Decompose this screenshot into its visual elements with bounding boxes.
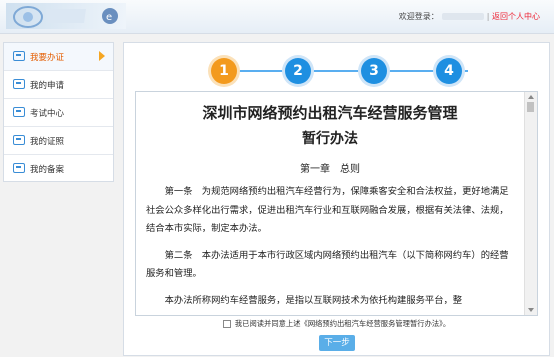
sidebar-item-label: 我要办证 (30, 53, 65, 63)
document-paragraph: 第二条 本办法适用于本市行政区域内网络预约出租汽车（以下简称网约车）的经营服务和… (146, 249, 509, 280)
sidebar-item-my-filings[interactable]: 我的备案 (4, 155, 113, 182)
sidebar-item-label: 我的证照 (30, 137, 65, 147)
sidebar-item-exam-center[interactable]: 考试中心 (4, 99, 113, 127)
step-3: 3 (361, 58, 387, 84)
sidebar-item-my-applications[interactable]: 我的申请 (4, 71, 113, 99)
sidebar-item-label: 我的申请 (30, 81, 65, 91)
agreement-label: 我已阅读并同意上述《网络预约出租汽车经营服务管理暂行办法》。 (234, 319, 451, 328)
sidebar-item-apply-license[interactable]: 我要办证 (4, 43, 113, 71)
id-card-icon (13, 135, 25, 145)
step-connector-line (238, 70, 468, 72)
username-masked (441, 13, 484, 20)
document-scrollbar[interactable] (524, 92, 537, 315)
sidebar-item-my-licenses[interactable]: 我的证照 (4, 127, 113, 155)
document-title: 深圳市网络预约出租汽车经营服务管理 (202, 104, 458, 122)
sidebar-item-label: 考试中心 (30, 109, 65, 119)
edit-doc-icon (13, 107, 25, 117)
welcome-label: 欢迎登录： (398, 12, 439, 21)
agreement-checkbox[interactable] (222, 320, 231, 328)
scroll-up-arrow-icon[interactable] (528, 95, 534, 99)
svg-text:e: e (106, 12, 112, 23)
doc-icon (13, 163, 25, 173)
return-personal-center-link[interactable]: 返回个人中心 (492, 12, 540, 21)
main-panel: 1 2 3 4 深圳市网络预约出租汽车经营服务管理 暂行办法 第一章 总则 第一… (123, 42, 550, 356)
step-indicator: 1 2 3 4 (124, 43, 549, 93)
document-content: 深圳市网络预约出租汽车经营服务管理 暂行办法 第一章 总则 第一条 为规范网络预… (136, 92, 524, 315)
site-logo: e (6, 3, 126, 29)
step-1: 1 (211, 58, 237, 84)
chapter-heading: 第一章 总则 (300, 164, 360, 175)
document-paragraph: 第一条 为规范网络预约出租汽车经营行为，保障乘客安全和合法权益，更好地满足社会公… (146, 186, 509, 234)
id-card-icon (13, 51, 25, 61)
regulation-document[interactable]: 深圳市网络预约出租汽车经营服务管理 暂行办法 第一章 总则 第一条 为规范网络预… (135, 91, 538, 316)
scroll-down-arrow-icon[interactable] (528, 308, 534, 312)
scroll-thumb[interactable] (527, 102, 534, 112)
edit-doc-icon (13, 79, 25, 89)
step-4: 4 (436, 58, 462, 84)
top-header: e 欢迎登录： | 返回个人中心 (0, 0, 554, 34)
next-step-button[interactable]: 下一步 (319, 335, 355, 351)
sidebar: 我要办证 我的申请 考试中心 我的证照 我的备案 (3, 42, 114, 182)
user-bar: 欢迎登录： | 返回个人中心 (399, 11, 540, 22)
sidebar-item-label: 我的备案 (30, 165, 65, 175)
active-arrow-icon (99, 51, 105, 61)
document-subtitle: 暂行办法 (302, 131, 358, 147)
document-paragraph: 本办法所称网约车经营服务，是指以互联网技术为依托构建服务平台，整 (164, 294, 463, 306)
step-2: 2 (285, 58, 311, 84)
agreement-row: 我已阅读并同意上述《网络预约出租汽车经营服务管理暂行办法》。 (124, 319, 549, 329)
separator: | (486, 12, 490, 21)
